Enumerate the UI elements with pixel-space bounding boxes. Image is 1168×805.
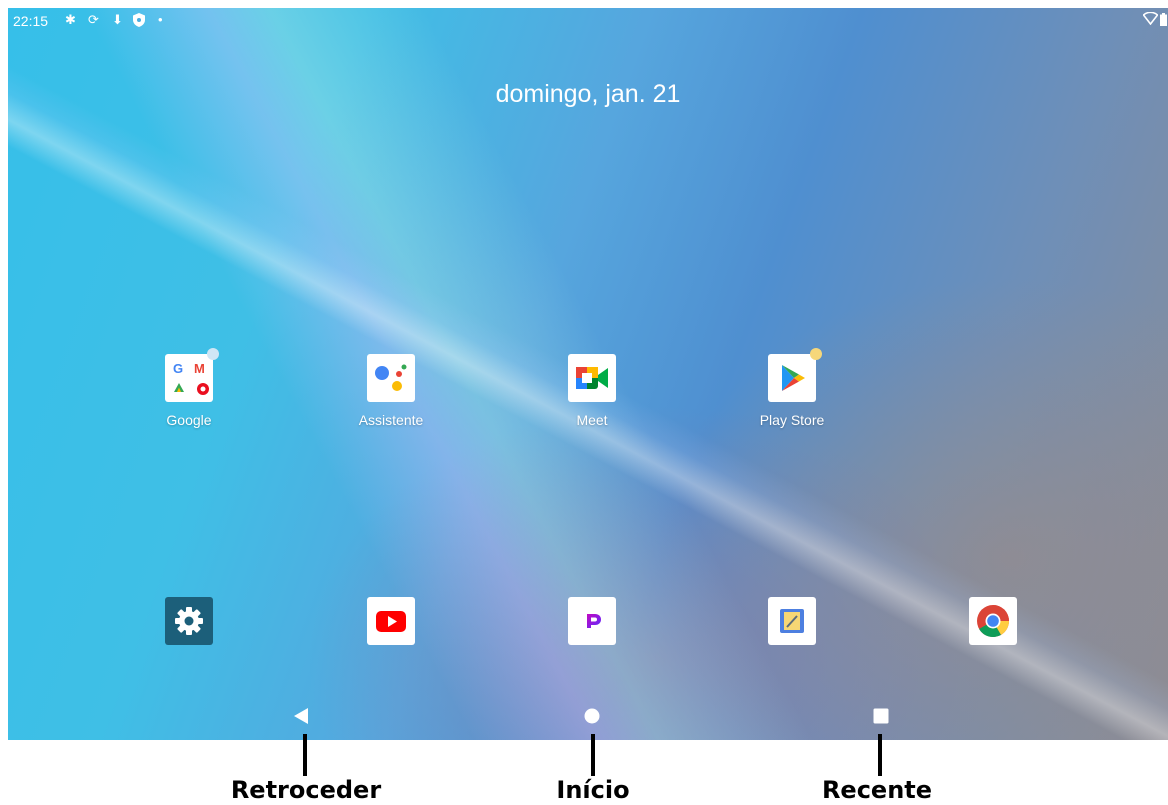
picsart-icon: [568, 597, 616, 645]
chrome-icon: [969, 597, 1017, 645]
gear-icon: ✱: [65, 12, 76, 27]
youtube-icon: [367, 597, 415, 645]
app-play-store[interactable]: Play Store: [737, 348, 847, 428]
sync-icon: ⟳: [88, 12, 99, 27]
back-triangle-icon: [294, 708, 308, 724]
dock-picsart[interactable]: [537, 597, 647, 645]
dock-settings[interactable]: [134, 597, 244, 645]
play-store-icon: [768, 348, 822, 402]
annotation-line-recents: [878, 734, 882, 776]
dock-notes[interactable]: [737, 597, 847, 645]
settings-icon: [165, 597, 213, 645]
notification-dot: [207, 348, 219, 360]
shield-icon: [133, 13, 145, 30]
download-icon: ⬇: [112, 12, 123, 27]
annotation-label-back: Retroceder: [230, 776, 382, 804]
meet-icon: [568, 354, 616, 402]
dock-youtube[interactable]: [336, 597, 446, 645]
app-meet[interactable]: Meet: [537, 354, 647, 428]
assistant-icon: [367, 354, 415, 402]
app-label: Google: [166, 412, 212, 428]
wifi-icon: [1142, 11, 1159, 28]
dock-chrome[interactable]: [938, 597, 1048, 645]
date-widget[interactable]: domingo, jan. 21: [8, 80, 1168, 109]
google-folder-icon: G M: [165, 348, 219, 402]
app-label: Assistente: [358, 412, 424, 428]
home-screen: 22:15 ✱ ⟳ ⬇ • domingo, jan. 21 G M Googl…: [8, 8, 1168, 740]
recents-square-icon: [873, 708, 889, 724]
svg-text:M: M: [194, 361, 205, 376]
clock: 22:15: [13, 13, 49, 29]
home-circle-icon: [584, 708, 600, 724]
app-assistant[interactable]: Assistente: [336, 354, 446, 428]
recents-button[interactable]: [873, 708, 889, 729]
svg-text:G: G: [173, 361, 183, 376]
notification-dot: [810, 348, 822, 360]
status-bar: 22:15 ✱ ⟳ ⬇ •: [8, 8, 1168, 34]
dot-icon: •: [158, 12, 163, 27]
app-google-folder[interactable]: G M Google: [134, 348, 244, 428]
back-button[interactable]: [293, 707, 309, 730]
annotation-label-home: Início: [556, 776, 630, 804]
app-label: Play Store: [759, 412, 825, 428]
notes-icon: [768, 597, 816, 645]
battery-icon: [1160, 13, 1167, 29]
annotation-line-home: [591, 734, 595, 776]
annotation-label-recents: Recente: [821, 776, 933, 804]
app-label: Meet: [576, 412, 608, 428]
annotation-line-back: [303, 734, 307, 776]
navigation-bar: [8, 698, 1168, 738]
home-button[interactable]: [584, 708, 600, 729]
